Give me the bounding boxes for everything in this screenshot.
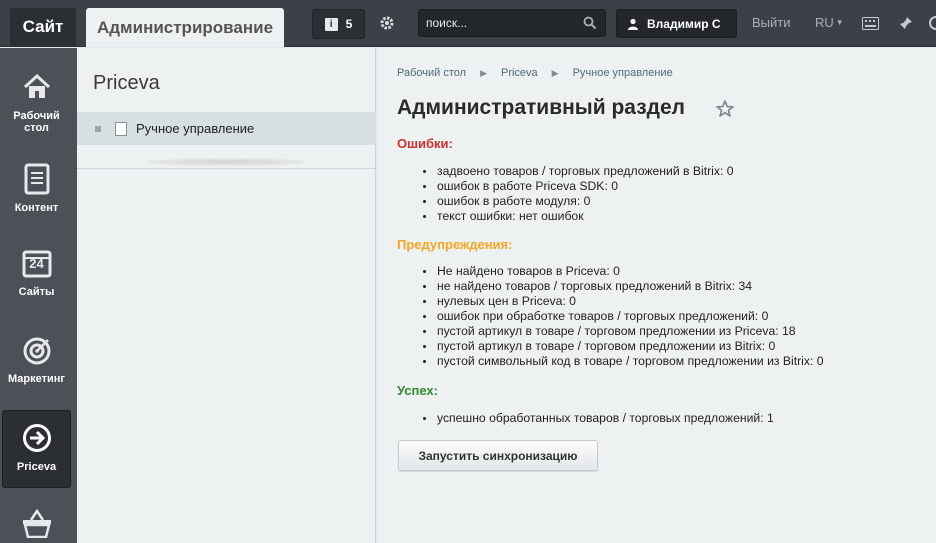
arrow-circle-icon: [20, 421, 54, 455]
page-icon: [115, 121, 127, 136]
admin-tab[interactable]: Администрирование: [86, 8, 284, 47]
list-item: успешно обработанных товаров / торговых …: [415, 411, 774, 426]
menu-item-sites[interactable]: 24 Сайты: [2, 236, 71, 314]
top-bar: Сайт Администрирование i 5 Владимир С Вы…: [0, 0, 936, 47]
breadcrumb-item-desktop[interactable]: Рабочий стол: [397, 67, 466, 79]
logout-link[interactable]: Выйти: [752, 15, 791, 30]
gear-icon[interactable]: [376, 12, 398, 34]
pin-icon[interactable]: [897, 14, 915, 32]
notifications-count: 5: [345, 17, 353, 31]
help-icon[interactable]: [926, 14, 936, 32]
user-name: Владимир С: [647, 16, 721, 31]
list-item: ошибок в работе модуля: 0: [415, 194, 734, 209]
calendar-number: 24: [29, 256, 44, 271]
search-box: [418, 9, 606, 37]
menu-item-label: Маркетинг: [8, 373, 65, 385]
warnings-heading: Предупреждения:: [397, 237, 513, 252]
menu-item-label: Сайты: [18, 286, 55, 298]
menu-item-desktop[interactable]: Рабочий стол: [2, 60, 71, 138]
calendar-icon: 24: [20, 246, 54, 280]
breadcrumb: Рабочий стол ▶ Priceva ▶ Ручное управлен…: [397, 67, 673, 79]
document-icon: [20, 162, 54, 196]
menu-item-marketing[interactable]: Маркетинг: [2, 323, 71, 401]
list-item: не найдено товаров / торговых предложени…: [415, 279, 824, 294]
page-title: Административный раздел: [397, 96, 686, 119]
breadcrumb-item-manual[interactable]: Ручное управление: [573, 67, 673, 79]
errors-heading: Ошибки:: [397, 136, 453, 151]
success-list: успешно обработанных товаров / торговых …: [415, 411, 774, 426]
success-heading: Успех:: [397, 383, 438, 398]
home-icon: [20, 70, 54, 104]
menu-item-content[interactable]: Контент: [2, 152, 71, 230]
list-item: нулевых цен в Priceva: 0: [415, 294, 824, 309]
language-selector[interactable]: RU ▼: [815, 15, 844, 30]
chevron-right-icon: ▶: [551, 68, 559, 78]
left-menu: Рабочий стол Контент 24 Сайты Маркетинг …: [0, 48, 77, 543]
star-icon[interactable]: [715, 99, 735, 119]
warnings-list: Не найдено товаров в Priceva: 0 не найде…: [415, 264, 824, 369]
errors-list: задвоено товаров / торговых предложений …: [415, 164, 734, 224]
user-icon: [628, 18, 638, 30]
language-value: RU: [815, 15, 834, 30]
menu-item-label: Контент: [14, 202, 59, 214]
tree-divider-shadow: [147, 158, 307, 166]
site-button[interactable]: Сайт: [10, 8, 76, 46]
menu-item-label: Рабочий стол: [13, 110, 60, 134]
list-item: ошибок в работе Priceva SDK: 0: [415, 179, 734, 194]
target-icon: [20, 333, 54, 367]
chevron-down-icon: ▼: [835, 18, 844, 27]
breadcrumb-item-priceva[interactable]: Priceva: [501, 67, 538, 79]
list-item: Не найдено товаров в Priceva: 0: [415, 264, 824, 279]
start-sync-button[interactable]: Запустить синхронизацию: [398, 440, 598, 471]
keyboard-icon[interactable]: [861, 14, 879, 32]
menu-item-priceva[interactable]: Priceva: [2, 410, 71, 488]
tree-panel: Priceva Ручное управление: [77, 48, 376, 543]
list-item: пустой артикул в товаре / торговом предл…: [415, 339, 824, 354]
tree-item-manual-control[interactable]: Ручное управление: [77, 112, 376, 145]
notifications-button[interactable]: i 5: [312, 9, 365, 39]
list-item: ошибок при обработке товаров / торговых …: [415, 309, 824, 324]
list-item: пустой символьный код в товаре / торгово…: [415, 354, 824, 369]
chevron-right-icon: ▶: [480, 68, 487, 78]
basket-icon: [20, 508, 54, 538]
list-item: задвоено товаров / торговых предложений …: [415, 164, 734, 179]
menu-item-label: Priceva: [16, 461, 57, 473]
tree-item-label: Ручное управление: [136, 121, 255, 136]
tree-divider: [77, 168, 376, 169]
search-icon[interactable]: [583, 16, 597, 30]
list-item: пустой артикул в товаре / торговом предл…: [415, 324, 824, 339]
main-content: Рабочий стол ▶ Priceva ▶ Ручное управлен…: [377, 48, 936, 543]
user-button[interactable]: Владимир С: [616, 9, 737, 38]
bullet-icon: [95, 125, 101, 132]
menu-item-store[interactable]: [2, 498, 71, 543]
info-icon: i: [324, 17, 338, 31]
list-item: текст ошибки: нет ошибок: [415, 209, 734, 224]
search-input[interactable]: [419, 10, 579, 36]
tree-title: Priceva: [93, 72, 160, 94]
